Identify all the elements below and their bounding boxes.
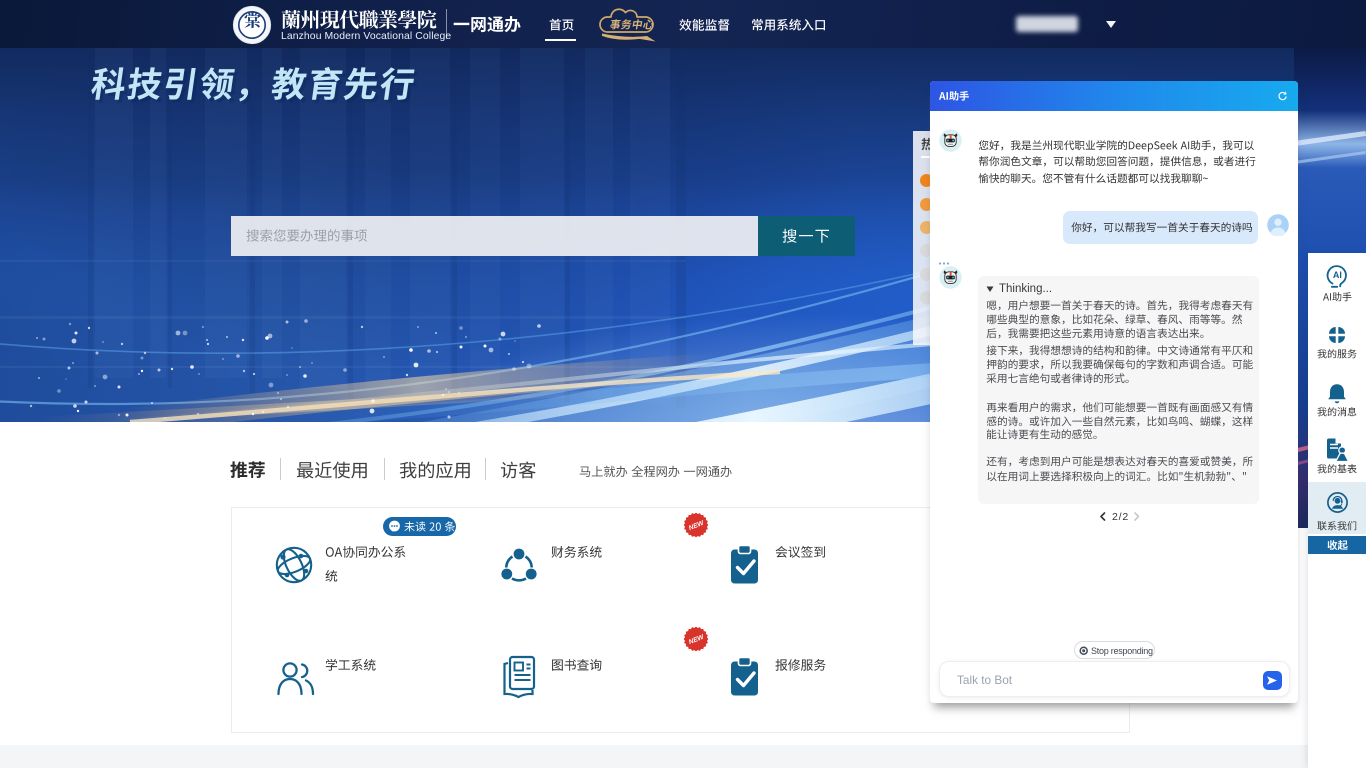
svg-text:AI: AI	[1333, 270, 1342, 280]
